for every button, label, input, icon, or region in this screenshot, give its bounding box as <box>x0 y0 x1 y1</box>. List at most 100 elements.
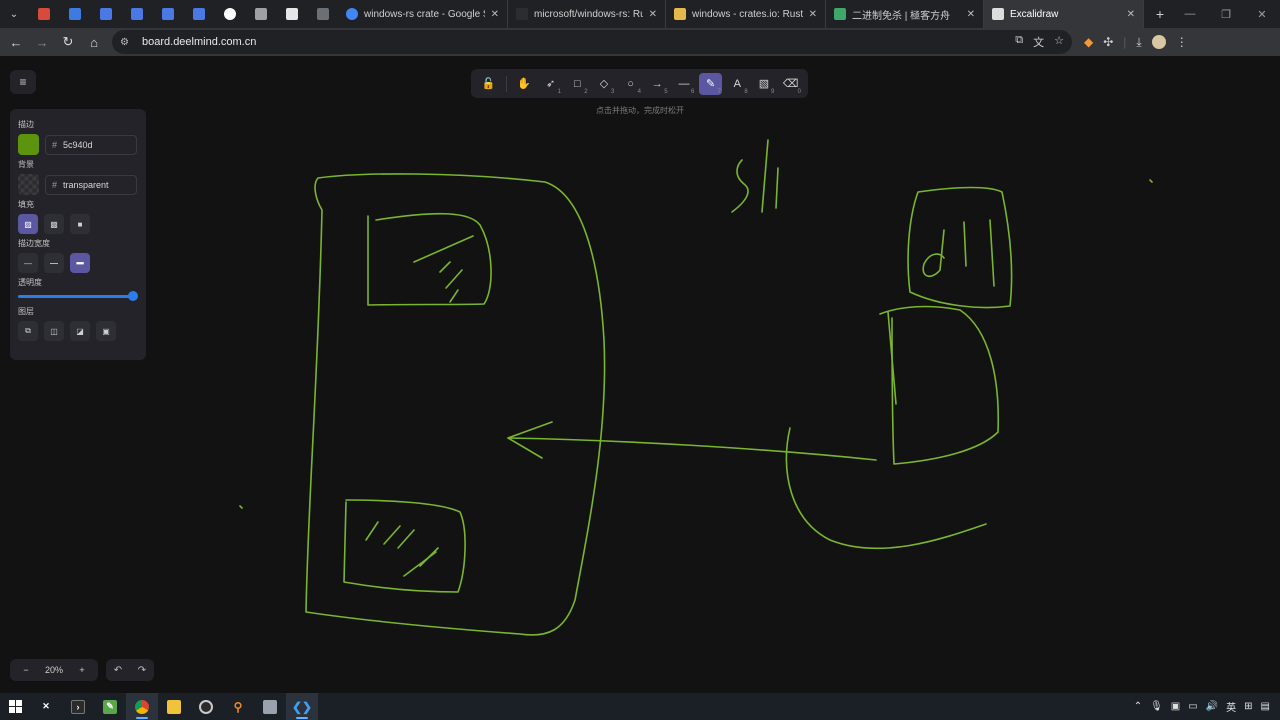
pinned-tab[interactable] <box>121 0 152 28</box>
minimize-icon[interactable]: — <box>1172 8 1208 21</box>
background-color-swatch[interactable] <box>18 174 39 195</box>
new-tab-button[interactable]: + <box>1150 6 1170 22</box>
freehand-hatch <box>383 525 401 545</box>
draw-tool-icon[interactable]: ✎ 7 <box>699 72 722 95</box>
star-icon[interactable]: ☆ <box>1054 34 1064 50</box>
zoom-level[interactable]: 20% <box>42 665 66 675</box>
reload-icon[interactable]: ↻ <box>56 30 80 54</box>
taskbar-app-x[interactable]: ✕ <box>30 693 62 720</box>
tab-title: Excalidraw <box>1010 8 1059 20</box>
drawing-layer[interactable] <box>0 56 1280 693</box>
tray-overflow-icon[interactable]: ⌃ <box>1134 701 1142 712</box>
taskbar-vscode[interactable]: ❮❯ <box>286 693 318 720</box>
home-icon[interactable]: ⌂ <box>82 30 106 54</box>
input-language[interactable]: 英 <box>1226 699 1236 714</box>
pinned-tab[interactable] <box>152 0 183 28</box>
pinned-tab[interactable] <box>245 0 276 28</box>
display-icon[interactable]: ▭ <box>1188 701 1197 712</box>
selection-tool-icon[interactable]: ➶ 1 <box>539 73 562 95</box>
bring-to-front-icon[interactable]: ▣ <box>96 321 116 341</box>
pinned-tab[interactable] <box>276 0 307 28</box>
zoom-out-button[interactable]: − <box>14 665 38 675</box>
tool-glyph: ✎ <box>706 78 716 90</box>
pinned-tab[interactable] <box>28 0 59 28</box>
restore-icon[interactable]: ❐ <box>1208 8 1244 21</box>
fill-crosshatch-icon[interactable]: ▩ <box>44 214 64 234</box>
stroke-bold-icon[interactable]: — <box>44 253 64 273</box>
arrow-tool-icon[interactable]: → 5 <box>646 73 669 95</box>
bring-forward-icon[interactable]: ◪ <box>70 321 90 341</box>
url-field[interactable]: ⚙ board.deelmind.com.cn ⧉ 文 ☆ <box>112 30 1072 54</box>
stroke-extra-bold-icon[interactable]: ━ <box>70 253 90 273</box>
translate-icon[interactable]: 文 <box>1033 34 1044 50</box>
slider-thumb[interactable] <box>128 291 138 301</box>
taskbar-chrome[interactable] <box>126 693 158 720</box>
keyboard-layout-icon[interactable]: ⊞ <box>1244 701 1252 712</box>
browser-tab[interactable]: windows-rs crate - Google S ✕ <box>338 0 508 28</box>
microphone-icon[interactable]: 🎙 <box>1150 701 1163 712</box>
opacity-slider[interactable] <box>18 290 138 302</box>
back-icon[interactable]: ← <box>4 30 28 54</box>
download-icon[interactable]: ⤓ <box>1136 35 1141 50</box>
pinned-tab[interactable] <box>183 0 214 28</box>
zoom-in-button[interactable]: + <box>70 665 94 675</box>
tool-glyph: A <box>733 77 741 90</box>
eraser-tool-icon[interactable]: ⌫ 0 <box>779 73 802 95</box>
stroke-color-swatch[interactable] <box>18 134 39 155</box>
fill-solid-icon[interactable]: ■ <box>70 214 90 234</box>
camera-icon[interactable]: ▣ <box>1171 701 1180 712</box>
send-backward-icon[interactable]: ◫ <box>44 321 64 341</box>
rectangle-tool-icon[interactable]: □ 2 <box>566 73 589 95</box>
stroke-color-input[interactable]: #5c940d <box>45 134 137 155</box>
image-tool-icon[interactable]: ▧ 9 <box>753 73 776 95</box>
pinned-tab[interactable] <box>59 0 90 28</box>
main-menu-button[interactable]: ≡ <box>10 70 36 94</box>
browser-tab[interactable]: windows - crates.io: Rust Pac ✕ <box>666 0 826 28</box>
pinned-tab[interactable] <box>307 0 338 28</box>
browser-tab-active[interactable]: Excalidraw ✕ <box>984 0 1144 28</box>
extension-fox-icon[interactable]: ◆ <box>1084 35 1093 49</box>
browser-menu-icon[interactable]: ⋮ <box>1176 35 1188 49</box>
tool-glyph: □ <box>573 77 581 90</box>
browser-tab[interactable]: microsoft/windows-rs: Rust f ✕ <box>508 0 666 28</box>
volume-icon[interactable]: 🔊 <box>1206 701 1218 712</box>
taskbar-search-tool[interactable]: ⚲ <box>222 693 254 720</box>
undo-icon[interactable]: ↶ <box>114 665 122 676</box>
pinned-tab[interactable] <box>90 0 121 28</box>
taskbar-notepad[interactable]: ✎ <box>94 693 126 720</box>
close-icon[interactable]: ✕ <box>967 9 975 20</box>
close-window-icon[interactable]: ✕ <box>1244 8 1280 21</box>
tab-search-icon[interactable]: ⌄ <box>0 0 28 28</box>
line-tool-icon[interactable]: —6 <box>673 73 696 95</box>
close-icon[interactable]: ✕ <box>649 9 657 20</box>
diamond-tool-icon[interactable]: ◇ 3 <box>593 73 616 95</box>
profile-avatar[interactable] <box>1151 35 1166 49</box>
install-app-icon[interactable]: ⧉ <box>1015 34 1023 50</box>
close-icon[interactable]: ✕ <box>491 9 499 20</box>
close-icon[interactable]: ✕ <box>1127 9 1135 20</box>
taskbar-app[interactable] <box>190 693 222 720</box>
windows-start-icon[interactable] <box>0 693 30 720</box>
ellipse-tool-icon[interactable]: ○ 4 <box>619 73 642 95</box>
site-info-icon[interactable]: ⚙ <box>120 37 134 48</box>
hand-tool-icon[interactable]: ✋ <box>513 73 536 95</box>
taskbar-terminal[interactable]: › <box>62 693 94 720</box>
notification-icon[interactable]: ▤ <box>1261 701 1270 712</box>
forward-icon[interactable]: → <box>30 30 54 54</box>
app-icon <box>263 699 277 714</box>
taskbar-explorer[interactable] <box>158 693 190 720</box>
site-icon <box>834 8 846 20</box>
browser-tab[interactable]: 二进制免杀 | 極客方舟 ✕ <box>826 0 984 28</box>
close-icon[interactable]: ✕ <box>809 9 817 20</box>
background-color-input[interactable]: # transparent <box>45 174 137 195</box>
taskbar-app[interactable] <box>254 693 286 720</box>
redo-icon[interactable]: ↷ <box>138 665 146 676</box>
send-to-back-icon[interactable]: ⧉ <box>18 321 38 341</box>
stroke-thin-icon[interactable]: — <box>18 253 38 273</box>
fill-hachure-icon[interactable]: ▨ <box>18 214 38 234</box>
extensions-puzzle-icon[interactable]: ✣ <box>1103 35 1113 49</box>
lock-tool-icon[interactable]: 🔓 <box>477 73 500 95</box>
text-tool-icon[interactable]: A8 <box>726 73 749 95</box>
pinned-tab[interactable] <box>214 0 245 28</box>
excalidraw-canvas[interactable]: ≡ 🔓 ✋ ➶ 1 □ 2 ◇ 3 ○ 4 → 5 —6 ✎ 7 A8 ▧ 9 ⌫ 0 点击并拖… <box>0 56 1280 693</box>
